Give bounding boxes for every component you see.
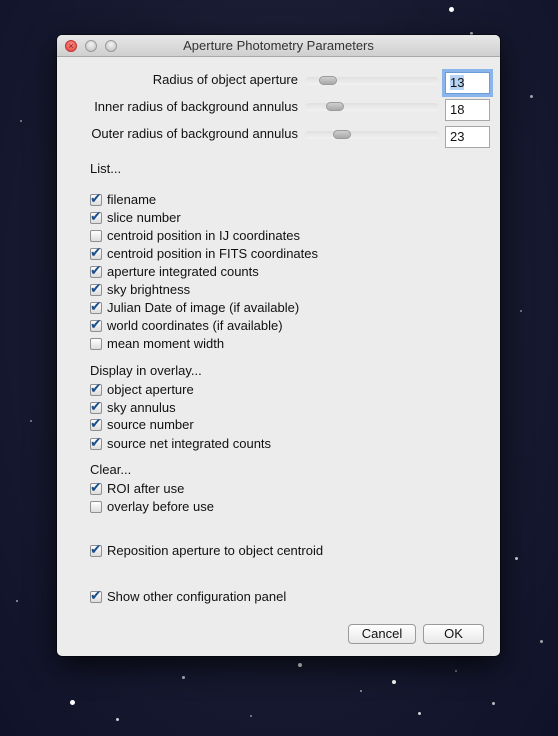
checkbox[interactable] [90,501,102,513]
checkmark-icon: ✔ [90,380,102,396]
star [530,95,533,98]
checkbox[interactable]: ✔ [90,415,102,431]
checkbox[interactable]: ✔ [90,316,102,332]
checkmark-icon: ✔ [90,398,102,414]
checkbox[interactable]: ✔ [90,244,102,260]
checkbox[interactable]: ✔ [90,380,102,396]
outer-radius-slider[interactable] [305,130,439,139]
checkmark-icon: ✔ [90,298,102,314]
checkbox[interactable]: ✔ [90,541,102,557]
checkbox[interactable] [90,338,102,350]
inner-radius-slider[interactable] [305,102,439,111]
star [515,557,518,560]
cancel-button[interactable]: Cancel [348,624,416,644]
clear-section-heading: Clear... [90,462,132,477]
checkbox[interactable]: ✔ [90,190,102,206]
slider-thumb[interactable] [319,76,337,85]
checkmark-icon: ✔ [90,541,102,557]
slider-thumb[interactable] [333,130,351,139]
star [418,712,421,715]
checkmark-icon: ✔ [90,587,102,603]
star [16,600,18,602]
star [540,640,543,643]
checkmark-icon: ✔ [90,434,102,450]
checkbox[interactable]: ✔ [90,434,102,450]
checkbox[interactable]: ✔ [90,298,102,314]
checkbox[interactable]: ✔ [90,280,102,296]
outer-radius-input[interactable]: 23 [445,126,490,148]
display-section-heading: Display in overlay... [90,363,202,378]
aperture-photometry-dialog: × Aperture Photometry Parameters Radius … [57,35,500,656]
star [20,120,22,122]
star [298,663,302,667]
checkbox[interactable]: ✔ [90,479,102,495]
star [70,700,75,705]
checkbox[interactable]: ✔ [90,587,102,603]
star [492,702,495,705]
star [449,7,454,12]
checkmark-icon: ✔ [90,208,102,224]
list-section-heading: List... [90,161,122,176]
object-radius-slider[interactable] [305,76,439,85]
checkbox[interactable] [90,230,102,242]
star [250,715,252,717]
star [30,420,32,422]
checkmark-icon: ✔ [90,190,102,206]
ok-button[interactable]: OK [423,624,484,644]
checkmark-icon: ✔ [90,280,102,296]
star [455,670,457,672]
object-radius-input[interactable]: 13 [445,72,490,94]
inner-radius-input[interactable]: 18 [445,99,490,121]
checkbox[interactable]: ✔ [90,208,102,224]
checkmark-icon: ✔ [90,262,102,278]
star [360,690,362,692]
checkmark-icon: ✔ [90,415,102,431]
star [182,676,185,679]
star [520,310,522,312]
title-bar[interactable]: × Aperture Photometry Parameters [57,35,500,57]
outer-radius-label: Outer radius of background annulus [91,126,298,141]
window-title: Aperture Photometry Parameters [183,38,374,53]
inner-radius-label: Inner radius of background annulus [94,99,298,114]
slider-thumb[interactable] [326,102,344,111]
checkbox[interactable]: ✔ [90,398,102,414]
checkmark-icon: ✔ [90,479,102,495]
star [392,680,396,684]
object-radius-label: Radius of object aperture [152,72,298,87]
checkmark-icon: ✔ [90,316,102,332]
star [116,718,119,721]
checkmark-icon: ✔ [90,244,102,260]
checkbox[interactable]: ✔ [90,262,102,278]
